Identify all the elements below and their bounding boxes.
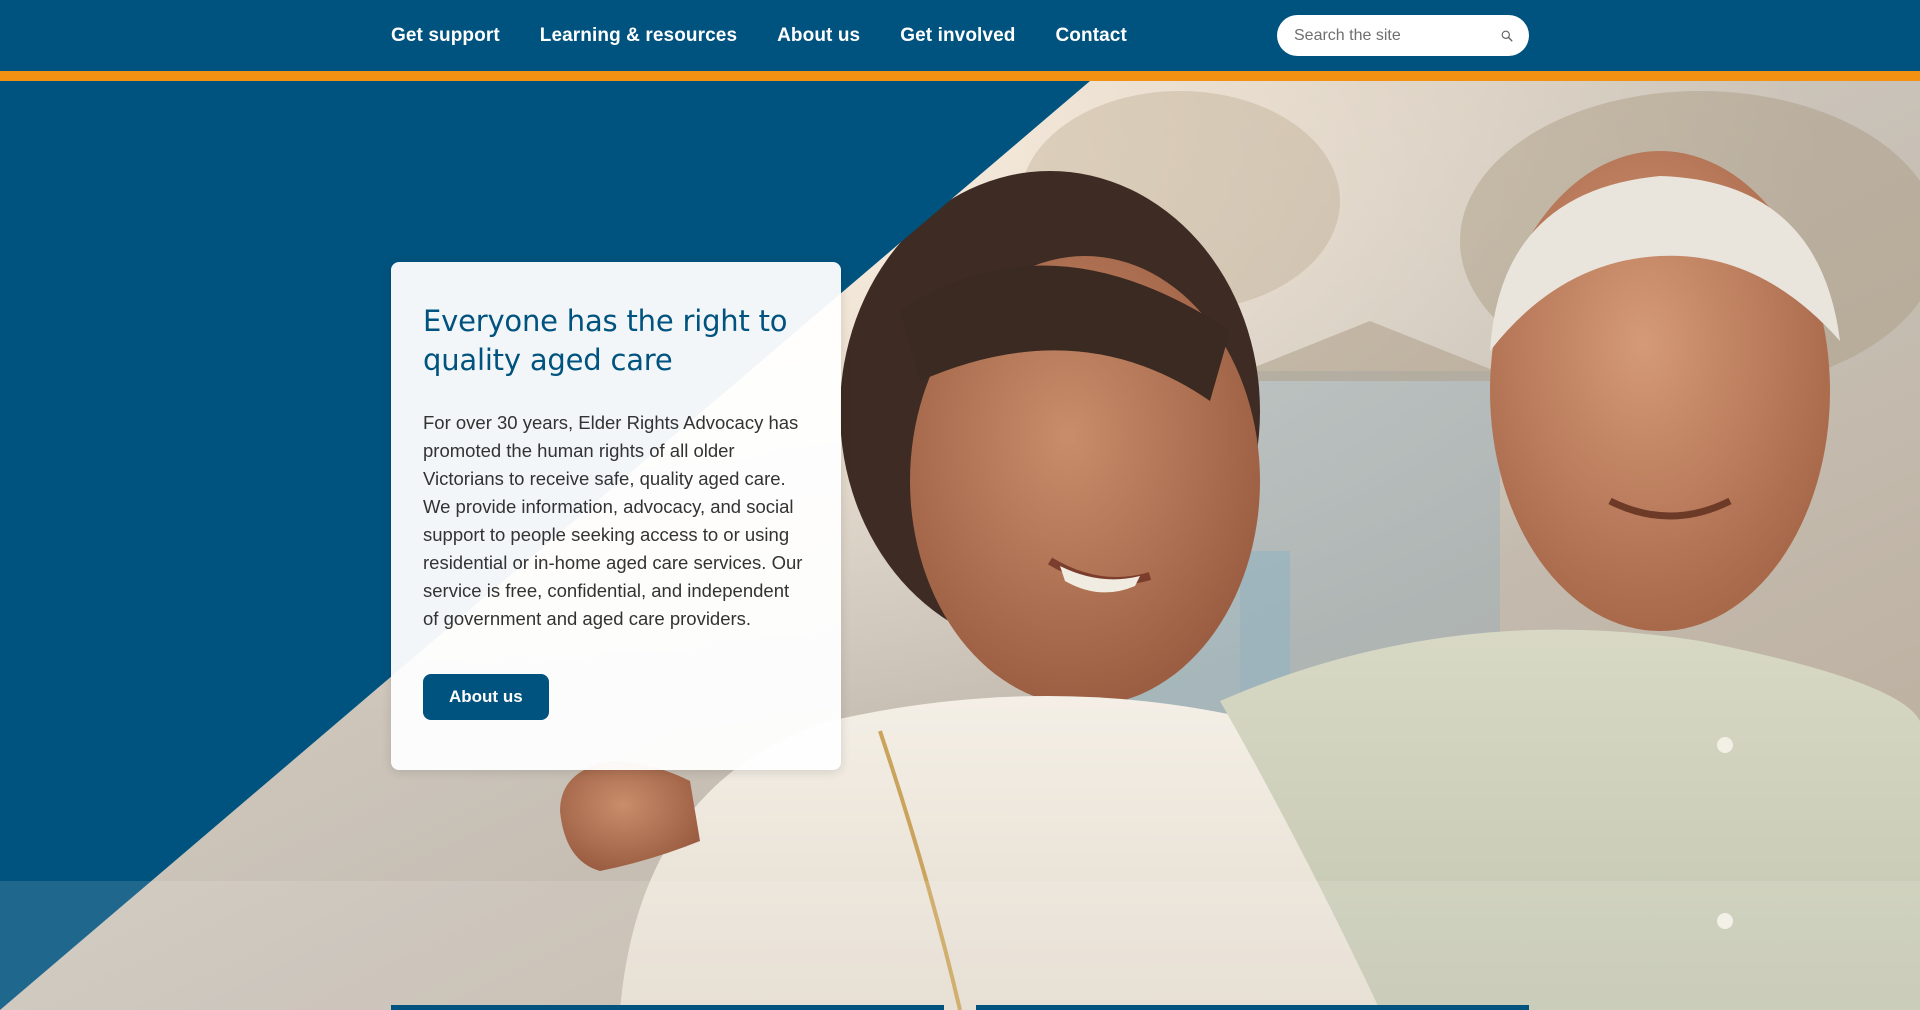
nav-get-involved[interactable]: Get involved bbox=[900, 25, 1015, 47]
nav-learning-resources[interactable]: Learning & resources bbox=[540, 25, 737, 47]
main-nav: Get support Learning & resources About u… bbox=[391, 0, 1127, 71]
header-accent-stripe bbox=[0, 71, 1920, 81]
content-card-top-edge-left bbox=[391, 1005, 944, 1010]
hero-description: For over 30 years, Elder Rights Advocacy… bbox=[423, 412, 803, 629]
site-header: Get support Learning & resources About u… bbox=[0, 0, 1920, 71]
search-input[interactable] bbox=[1294, 26, 1501, 45]
search-icon[interactable] bbox=[1501, 26, 1513, 46]
nav-about-us[interactable]: About us bbox=[777, 25, 860, 47]
content-card-top-edge-right bbox=[976, 1005, 1529, 1010]
search-box bbox=[1277, 15, 1529, 56]
hero-title: Everyone has the right to quality aged c… bbox=[423, 304, 788, 377]
about-us-button[interactable]: About us bbox=[423, 674, 549, 720]
hero-card: Everyone has the right to quality aged c… bbox=[391, 262, 841, 770]
hero-photo-elderly-couple bbox=[0, 81, 1920, 1010]
nav-contact[interactable]: Contact bbox=[1055, 25, 1126, 47]
nav-get-support[interactable]: Get support bbox=[391, 25, 500, 47]
hero-banner: Everyone has the right to quality aged c… bbox=[0, 81, 1920, 1010]
